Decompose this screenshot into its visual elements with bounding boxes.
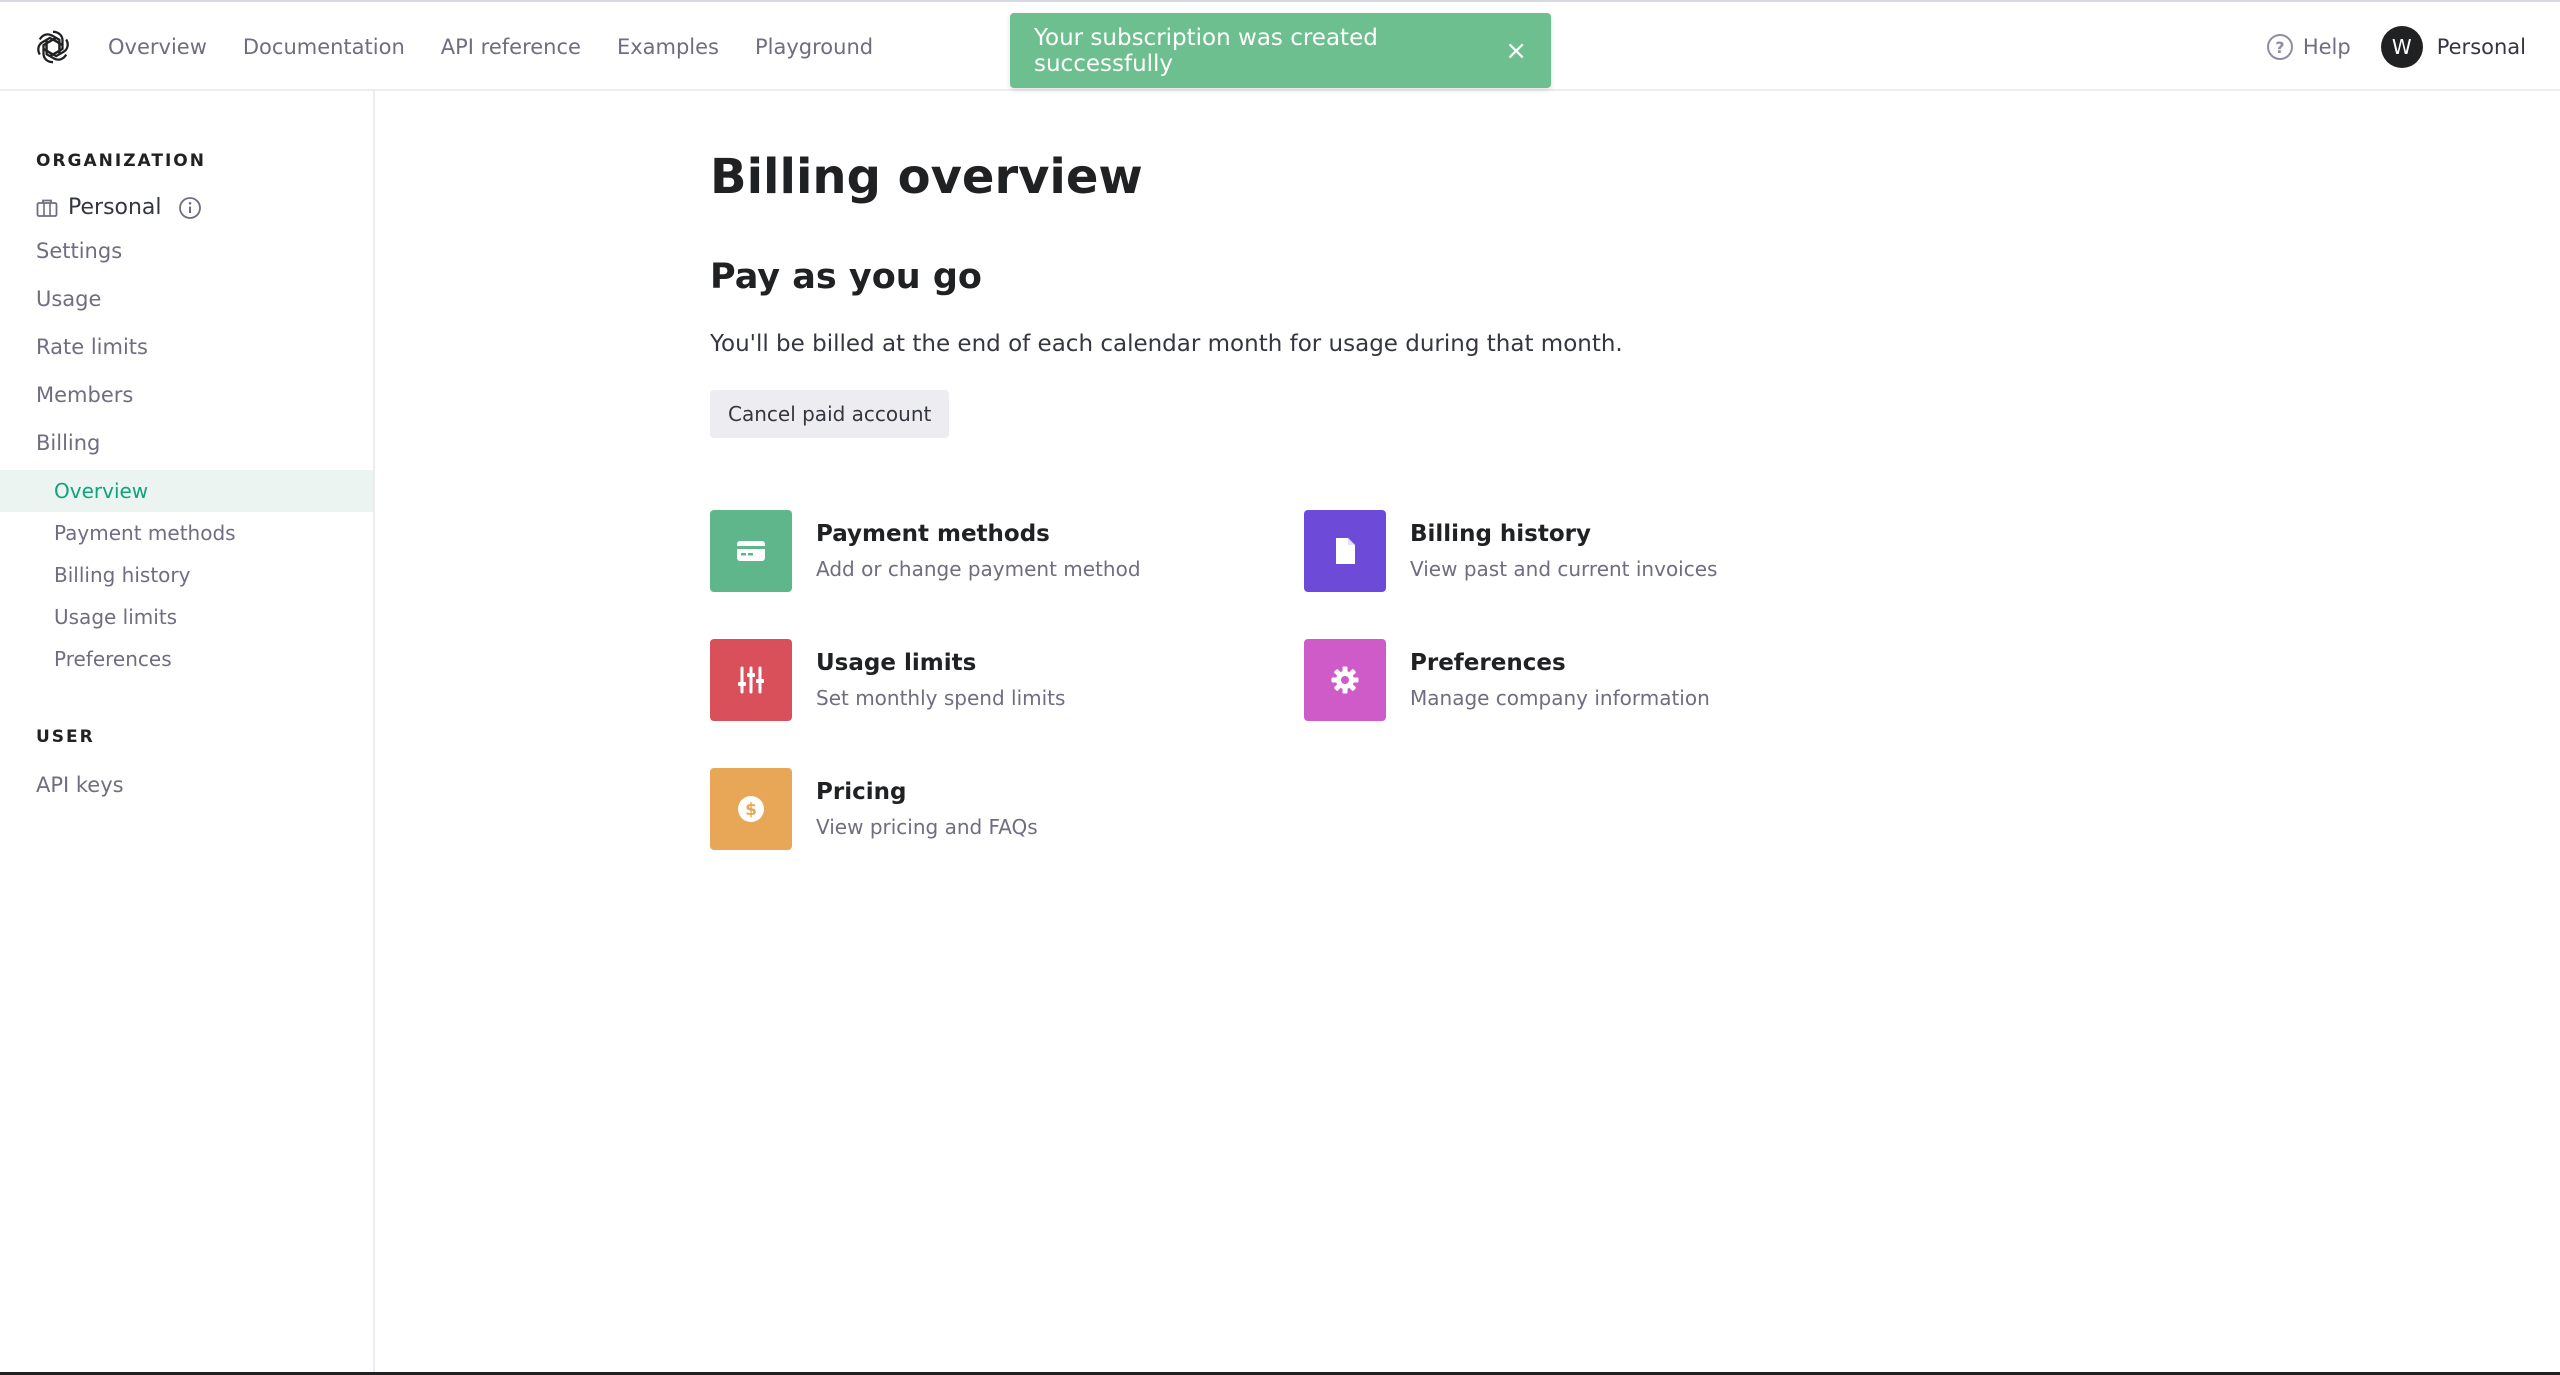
nav-documentation[interactable]: Documentation bbox=[243, 35, 405, 59]
card-pricing[interactable]: $ Pricing View pricing and FAQs bbox=[710, 768, 1038, 850]
org-heading: ORGANIZATION bbox=[36, 151, 206, 171]
card-title: Payment methods bbox=[816, 521, 1050, 547]
user-heading: USER bbox=[36, 727, 95, 747]
page-title: Billing overview bbox=[710, 149, 1143, 205]
help-circle-icon: ? bbox=[2266, 34, 2293, 60]
card-subtitle: Manage company information bbox=[1410, 686, 1710, 710]
plan-description: You'll be billed at the end of each cale… bbox=[710, 331, 1623, 357]
openai-logo-icon[interactable] bbox=[34, 28, 72, 66]
card-icon-preferences bbox=[1304, 639, 1386, 721]
account-menu[interactable]: W Personal bbox=[2380, 26, 2526, 68]
nav-examples[interactable]: Examples bbox=[617, 35, 719, 59]
card-title: Pricing bbox=[816, 779, 907, 805]
card-text: Payment methods Add or change payment me… bbox=[816, 521, 1141, 581]
card-icon-payment-methods bbox=[710, 510, 792, 592]
sidebar-subitem-billing-history[interactable]: Billing history bbox=[0, 554, 373, 596]
nav-overview[interactable]: Overview bbox=[108, 35, 207, 59]
card-subtitle: View past and current invoices bbox=[1410, 557, 1718, 581]
close-icon[interactable]: × bbox=[1487, 36, 1527, 66]
sidebar-item-rate-limits[interactable]: Rate limits bbox=[36, 335, 148, 359]
top-right-controls: ? Help W Personal bbox=[2266, 26, 2526, 68]
org-name: Personal bbox=[68, 195, 162, 220]
card-subtitle: Set monthly spend limits bbox=[816, 686, 1066, 710]
help-label: Help bbox=[2302, 35, 2351, 59]
cancel-paid-account-button[interactable]: Cancel paid account bbox=[710, 390, 950, 438]
sidebar-item-settings[interactable]: Settings bbox=[36, 239, 122, 263]
success-toast: Your subscription was created successful… bbox=[1010, 13, 1551, 88]
card-preferences[interactable]: Preferences Manage company information bbox=[1304, 639, 1710, 721]
card-payment-methods[interactable]: Payment methods Add or change payment me… bbox=[710, 510, 1141, 592]
svg-text:$: $ bbox=[745, 800, 757, 820]
nav-playground[interactable]: Playground bbox=[755, 35, 873, 59]
account-label: Personal bbox=[2436, 35, 2526, 59]
document-icon bbox=[1336, 538, 1355, 564]
main-nav: Overview Documentation API reference Exa… bbox=[108, 30, 873, 64]
card-icon-usage-limits bbox=[710, 639, 792, 721]
help-button[interactable]: ? Help bbox=[2266, 34, 2351, 60]
credit-card-icon bbox=[737, 541, 765, 561]
card-subtitle: View pricing and FAQs bbox=[816, 815, 1038, 839]
card-text: Billing history View past and current in… bbox=[1410, 521, 1717, 581]
card-text: Pricing View pricing and FAQs bbox=[816, 779, 1038, 839]
card-usage-limits[interactable]: Usage limits Set monthly spend limits bbox=[710, 639, 1065, 721]
sidebar-subitem-preferences[interactable]: Preferences bbox=[0, 638, 373, 680]
gear-icon bbox=[1331, 666, 1359, 694]
card-title: Billing history bbox=[1410, 521, 1591, 547]
card-subtitle: Add or change payment method bbox=[816, 557, 1141, 581]
info-icon[interactable] bbox=[178, 196, 202, 220]
card-billing-history[interactable]: Billing history View past and current in… bbox=[1304, 510, 1717, 592]
sidebar-item-billing[interactable]: Billing bbox=[36, 431, 100, 455]
sidebar-item-api-keys[interactable]: API keys bbox=[36, 773, 124, 797]
toast-message: Your subscription was created successful… bbox=[1034, 24, 1378, 77]
sidebar-subitem-overview[interactable]: Overview bbox=[0, 470, 373, 512]
card-title: Usage limits bbox=[816, 650, 977, 676]
sidebar-item-usage[interactable]: Usage bbox=[36, 287, 101, 311]
sidebar-item-members[interactable]: Members bbox=[36, 383, 133, 407]
card-text: Preferences Manage company information bbox=[1410, 650, 1710, 710]
sliders-icon bbox=[738, 666, 764, 694]
dollar-icon: $ bbox=[738, 796, 764, 822]
sidebar: ORGANIZATION Personal Settings Usage Rat… bbox=[0, 91, 375, 1375]
sidebar-subitem-usage-limits[interactable]: Usage limits bbox=[0, 596, 373, 638]
card-icon-billing-history bbox=[1304, 510, 1386, 592]
sidebar-subitem-payment-methods[interactable]: Payment methods bbox=[0, 512, 373, 554]
nav-api-reference[interactable]: API reference bbox=[441, 35, 581, 59]
card-text: Usage limits Set monthly spend limits bbox=[816, 650, 1065, 710]
org-selector[interactable]: Personal bbox=[36, 195, 202, 220]
app: Overview Documentation API reference Exa… bbox=[0, 0, 2560, 1375]
plan-title: Pay as you go bbox=[710, 257, 982, 297]
card-title: Preferences bbox=[1410, 650, 1566, 676]
briefcase-icon bbox=[36, 199, 58, 217]
card-icon-pricing: $ bbox=[710, 768, 792, 850]
avatar: W bbox=[2380, 26, 2423, 68]
